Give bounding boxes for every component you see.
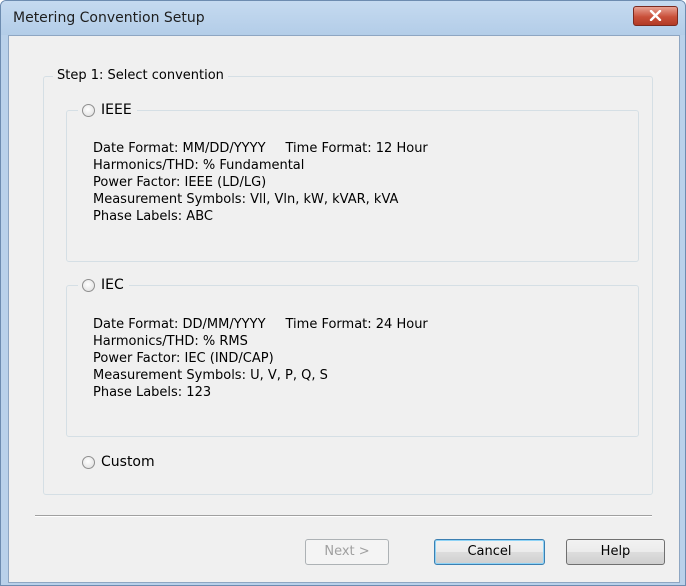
iec-date-format: Date Format: DD/MM/YYYY	[93, 317, 266, 332]
next-button[interactable]: Next >	[305, 539, 389, 565]
iec-time-format: Time Format: 24 Hour	[285, 317, 428, 332]
iec-symbols: Measurement Symbols: U, V, P, Q, S	[93, 368, 328, 383]
dialog-window: Metering Convention Setup Step 1: Select…	[0, 0, 686, 586]
custom-radio[interactable]: Custom	[78, 454, 160, 470]
cancel-button[interactable]: Cancel	[434, 539, 545, 565]
ieee-harmonics: Harmonics/THD: % Fundamental	[93, 158, 305, 173]
ieee-radio-label[interactable]: IEEE	[101, 102, 132, 118]
close-icon	[649, 10, 662, 21]
ieee-phase-labels: Phase Labels: ABC	[93, 209, 213, 224]
dialog-body: Step 1: Select convention IEEE Date Form…	[8, 35, 680, 583]
ieee-radio[interactable]: IEEE	[78, 102, 137, 118]
step-label: Step 1: Select convention	[53, 68, 228, 83]
iec-radio[interactable]: IEC	[78, 277, 129, 293]
ieee-symbols: Measurement Symbols: Vll, Vln, kW, kVAR,…	[93, 192, 399, 207]
iec-harmonics: Harmonics/THD: % RMS	[93, 334, 248, 349]
custom-radio-circle[interactable]	[82, 455, 95, 469]
ieee-time-format: Time Format: 12 Hour	[285, 141, 428, 156]
title-bar[interactable]: Metering Convention Setup	[1, 1, 685, 35]
iec-date-time-line: Date Format: DD/MM/YYYY Time Format: 24 H…	[93, 316, 428, 333]
iec-phase-labels: Phase Labels: 123	[93, 385, 212, 400]
iec-radio-circle[interactable]	[82, 278, 95, 292]
button-separator	[35, 515, 652, 517]
close-button[interactable]	[633, 6, 678, 26]
help-button[interactable]: Help	[566, 539, 665, 565]
iec-radio-label[interactable]: IEC	[101, 277, 124, 293]
iec-description: Date Format: DD/MM/YYYY Time Format: 24 H…	[93, 316, 428, 401]
ieee-power-factor: Power Factor: IEEE (LD/LG)	[93, 175, 267, 190]
ieee-date-format: Date Format: MM/DD/YYYY	[93, 141, 266, 156]
iec-power-factor: Power Factor: IEC (IND/CAP)	[93, 351, 274, 366]
ieee-date-time-line: Date Format: MM/DD/YYYY Time Format: 12 H…	[93, 140, 428, 157]
custom-radio-label[interactable]: Custom	[101, 454, 155, 470]
ieee-radio-circle[interactable]	[82, 103, 95, 117]
window-title: Metering Convention Setup	[13, 10, 205, 26]
ieee-description: Date Format: MM/DD/YYYY Time Format: 12 H…	[93, 140, 428, 225]
